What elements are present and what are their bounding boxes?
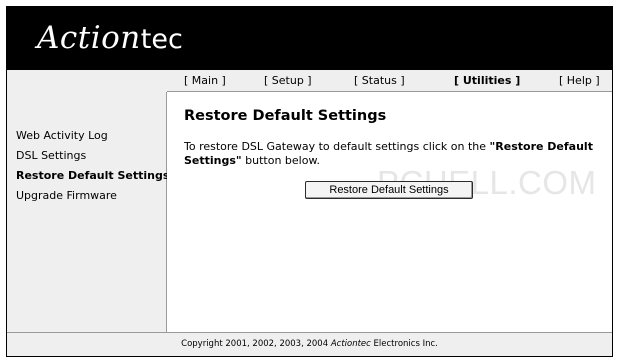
description-text: To restore DSL Gateway to default settin… — [184, 140, 599, 168]
header-bar: Actiontec — [7, 7, 612, 70]
nav-setup[interactable]: [ Setup ] — [264, 74, 312, 87]
nav-status[interactable]: [ Status ] — [354, 74, 405, 87]
nav-utilities[interactable]: [ Utilities ] — [454, 74, 520, 87]
sidebar-item-restore-default-settings[interactable]: Restore Default Settings — [16, 169, 169, 182]
footer-brand: Actiontec — [330, 339, 371, 349]
page-title: Restore Default Settings — [184, 108, 387, 124]
sidebar-item-upgrade-firmware[interactable]: Upgrade Firmware — [16, 189, 117, 202]
sidebar: Web Activity Log DSL Settings Restore De… — [7, 92, 169, 332]
logo-text-tail: tec — [140, 24, 183, 55]
main-content: PCHELL.COM Restore Default Settings To r… — [167, 92, 612, 332]
description-prefix: To restore DSL Gateway to default settin… — [184, 140, 490, 153]
logo-text-main: Action — [37, 20, 141, 56]
footer-suffix: Electronics Inc. — [370, 339, 438, 349]
gateway-window: Actiontec [ Main ] [ Setup ] [ Status ] … — [6, 6, 613, 357]
sidebar-item-dsl-settings[interactable]: DSL Settings — [16, 149, 86, 162]
footer-prefix: Copyright 2001, 2002, 2003, 2004 — [181, 339, 331, 349]
nav-spacer — [7, 70, 167, 92]
actiontec-logo: Actiontec — [37, 20, 183, 56]
nav-main[interactable]: [ Main ] — [184, 74, 226, 87]
top-nav: [ Main ] [ Setup ] [ Status ] [ Utilitie… — [7, 70, 612, 92]
footer: Copyright 2001, 2002, 2003, 2004 Actiont… — [7, 332, 612, 356]
nav-help[interactable]: [ Help ] — [559, 74, 600, 87]
description-suffix: button below. — [241, 154, 320, 167]
sidebar-item-web-activity-log[interactable]: Web Activity Log — [16, 129, 108, 142]
restore-default-settings-button[interactable]: Restore Default Settings — [305, 181, 473, 199]
